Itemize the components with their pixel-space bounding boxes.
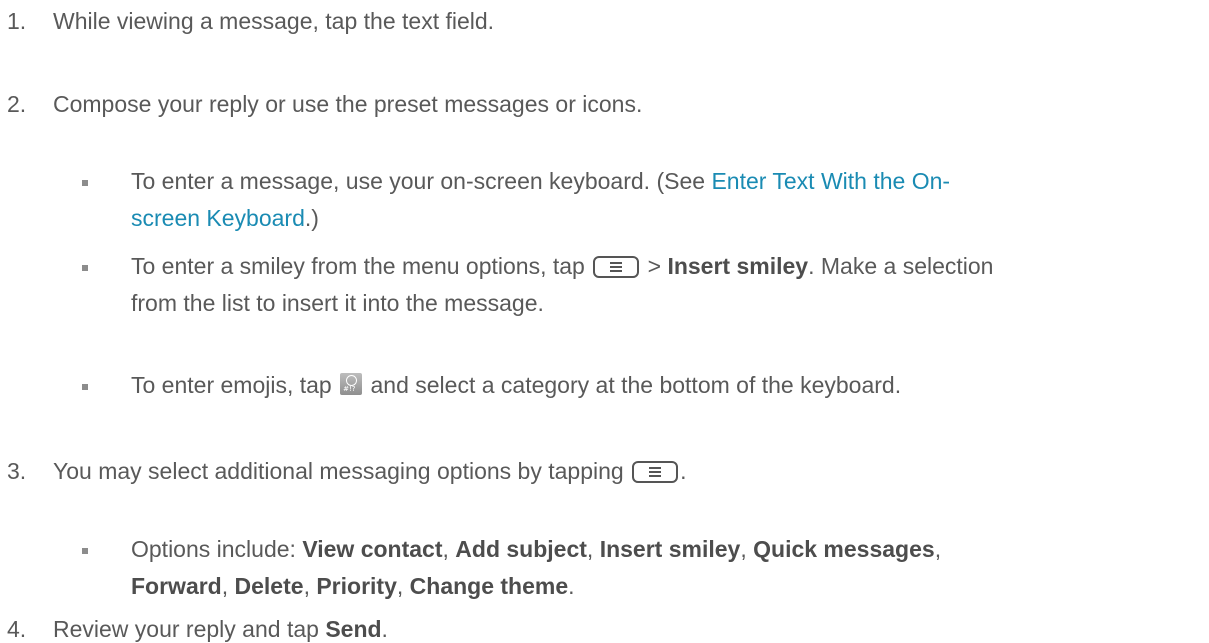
step-3-text: You may select additional messaging opti… [53, 458, 687, 484]
bullet-1-line-1: To enter a message, use your on-screen k… [131, 168, 951, 194]
menu-key-icon [593, 256, 640, 278]
step-2-text: Compose your reply or use the preset mes… [53, 91, 643, 117]
step-4-text: Review your reply and tap Send. [53, 616, 388, 642]
step-1-text: While viewing a message, tap the text fi… [53, 8, 495, 34]
step-3-number: 3. [7, 458, 27, 484]
bullet-marker [82, 548, 88, 554]
emoji-keyboard-icon: #!? [340, 373, 363, 395]
bullet-4-line-1: Options include: View contact, Add subje… [131, 536, 942, 562]
step-2-number: 2. [7, 91, 27, 117]
bullet-2-line-1: To enter a smiley from the menu options,… [131, 253, 994, 279]
step-1: 1. [7, 7, 26, 35]
bullet-3-line: To enter emojis, tap #!? and select a ca… [131, 372, 902, 398]
bullet-1-line-2: screen Keyboard.) [131, 205, 319, 231]
bullet-4-line-2: Forward, Delete, Priority, Change theme. [131, 573, 575, 599]
bullet-marker [82, 384, 88, 390]
step-1-number: 1. [7, 8, 27, 34]
step-4-number: 4. [7, 616, 27, 642]
bullet-2-line-2: from the list to insert it into the mess… [131, 290, 544, 316]
enter-text-link[interactable]: Enter Text With the On- [711, 168, 950, 194]
symbols-glyph: #!? [343, 385, 356, 393]
bullet-marker [82, 180, 88, 186]
menu-key-icon [632, 461, 679, 483]
enter-text-link-continued[interactable]: screen Keyboard [131, 205, 305, 231]
bullet-marker [82, 265, 88, 271]
